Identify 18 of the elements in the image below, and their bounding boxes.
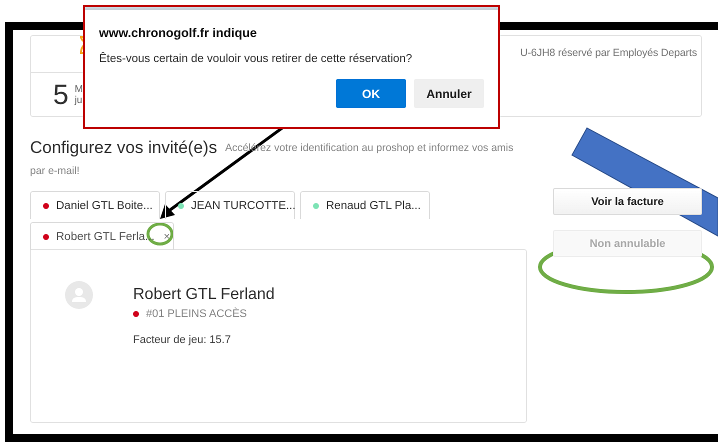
action-button[interactable]: Voir la facture [553, 188, 702, 215]
player-count: 5 [53, 78, 69, 110]
section-heading: Configurez vos invité(e)s [30, 138, 218, 158]
booking-text: U-6JH8 réservé par Employés Departs [520, 47, 697, 59]
guest-tab[interactable]: JEAN TURCOTTE... [165, 191, 295, 219]
guest-tab[interactable]: Renaud GTL Pla... [300, 191, 430, 219]
dialog-button[interactable]: OK [336, 79, 406, 108]
dialog-button[interactable]: Annuler [414, 79, 484, 108]
play-factor: Facteur de jeu: 15.7 [133, 334, 232, 346]
dialog-title: www.chronogolf.fr indique [99, 26, 258, 40]
dialog-message: Êtes-vous certain de vouloir vous retirer de cette réservation? [99, 53, 414, 65]
count-caption: ju [74, 94, 83, 106]
count-caption: M [74, 84, 83, 94]
player-name: Robert GTL Ferland [133, 285, 275, 305]
guest-tab[interactable]: Daniel GTL Boite... [30, 191, 160, 219]
section-hint: par e-mail! [30, 165, 80, 177]
membership-label: #01 PLEINS ACCÈS [146, 308, 247, 320]
close-button[interactable]: × [164, 230, 170, 242]
